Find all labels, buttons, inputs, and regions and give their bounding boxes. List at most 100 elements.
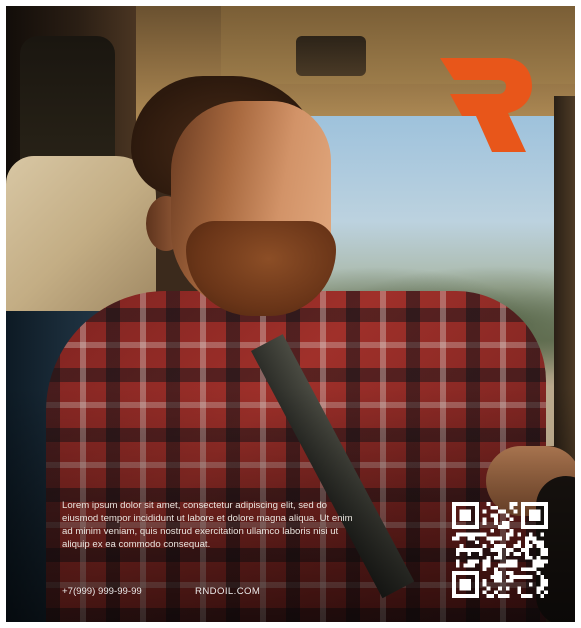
qr-module <box>455 551 460 556</box>
qr-module <box>524 536 529 541</box>
qr-module <box>509 548 514 552</box>
qr-module <box>498 594 502 598</box>
qr-module <box>475 532 479 537</box>
qr-module <box>482 532 487 537</box>
qr-module <box>505 571 510 575</box>
qr-module <box>490 594 495 598</box>
qr-module <box>482 559 487 564</box>
qr-module <box>544 551 548 556</box>
qr-module <box>498 509 502 514</box>
qr-module <box>505 586 510 591</box>
qr-module <box>452 536 456 541</box>
qr-module <box>467 532 472 537</box>
qr-module <box>475 559 479 564</box>
qr-module <box>509 571 514 575</box>
qr-module <box>455 536 460 541</box>
qr-module <box>467 559 472 564</box>
qr-module <box>498 536 502 541</box>
qr-module <box>532 559 537 564</box>
phone-number[interactable]: +7(999) 999-99-99 <box>62 586 142 597</box>
qr-module <box>471 559 476 564</box>
qr-module <box>486 559 491 564</box>
qr-module <box>544 578 548 583</box>
qr-module <box>540 582 545 587</box>
qr-module <box>513 551 518 556</box>
qr-module <box>459 532 464 537</box>
qr-module <box>532 563 537 568</box>
qr-code-icon[interactable] <box>452 502 548 598</box>
qr-module <box>482 582 487 587</box>
qr-finder <box>475 502 479 529</box>
qr-module <box>509 505 514 510</box>
qr-module <box>475 548 479 552</box>
qr-module <box>501 544 506 549</box>
qr-finder <box>452 525 479 529</box>
qr-module <box>536 555 541 560</box>
qr-module <box>490 528 495 533</box>
qr-module <box>486 563 491 568</box>
qr-module <box>486 555 491 560</box>
qr-module <box>486 586 491 591</box>
qr-module <box>505 536 510 541</box>
qr-module <box>482 578 487 583</box>
qr-module <box>509 563 514 568</box>
qr-module <box>513 574 518 579</box>
qr-finder <box>475 571 479 598</box>
qr-module <box>509 578 514 583</box>
qr-module <box>540 574 545 579</box>
qr-module <box>501 594 506 598</box>
qr-module <box>482 567 487 572</box>
qr-module <box>498 551 502 556</box>
qr-module <box>536 544 541 549</box>
qr-module <box>501 563 506 568</box>
qr-module <box>478 551 483 556</box>
qr-finder <box>452 502 456 529</box>
qr-module <box>505 594 510 598</box>
qr-module <box>524 548 529 552</box>
qr-module <box>540 540 545 545</box>
qr-module <box>532 536 537 541</box>
qr-finder <box>528 509 541 522</box>
qr-module <box>494 555 499 560</box>
qr-module <box>524 540 529 545</box>
qr-module <box>540 548 545 552</box>
qr-module <box>471 563 476 568</box>
qr-module <box>528 555 533 560</box>
qr-module <box>521 594 525 598</box>
qr-module <box>524 555 529 560</box>
qr-module <box>521 567 525 572</box>
qr-module <box>509 532 514 537</box>
qr-module <box>463 532 468 537</box>
qr-module <box>513 563 518 568</box>
qr-module <box>509 528 514 533</box>
qr-module <box>463 563 468 568</box>
qr-module <box>482 509 487 514</box>
qr-module <box>494 544 499 549</box>
qr-module <box>471 536 476 541</box>
qr-module <box>490 505 495 510</box>
rearview-mirror <box>296 36 366 76</box>
qr-module <box>544 590 548 595</box>
qr-finder <box>521 502 525 529</box>
qr-module <box>490 574 495 579</box>
qr-module <box>463 548 468 552</box>
ad-body-text: Lorem ipsum dolor sit amet, consectetur … <box>62 500 353 550</box>
qr-module <box>524 551 529 556</box>
qr-module <box>513 502 518 506</box>
qr-module <box>501 509 506 514</box>
qr-module <box>471 532 476 537</box>
qr-module <box>513 509 518 514</box>
qr-module <box>498 574 502 579</box>
qr-module <box>494 513 499 518</box>
qr-finder <box>521 525 548 529</box>
qr-module <box>486 594 491 598</box>
website-link[interactable]: RNDOIL.COM <box>195 586 260 597</box>
qr-module <box>501 525 506 529</box>
qr-module <box>517 590 522 595</box>
qr-module <box>517 551 522 556</box>
qr-module <box>505 521 510 526</box>
qr-module <box>494 505 499 510</box>
qr-module <box>517 574 522 579</box>
qr-module <box>505 563 510 568</box>
qr-module <box>505 525 510 529</box>
